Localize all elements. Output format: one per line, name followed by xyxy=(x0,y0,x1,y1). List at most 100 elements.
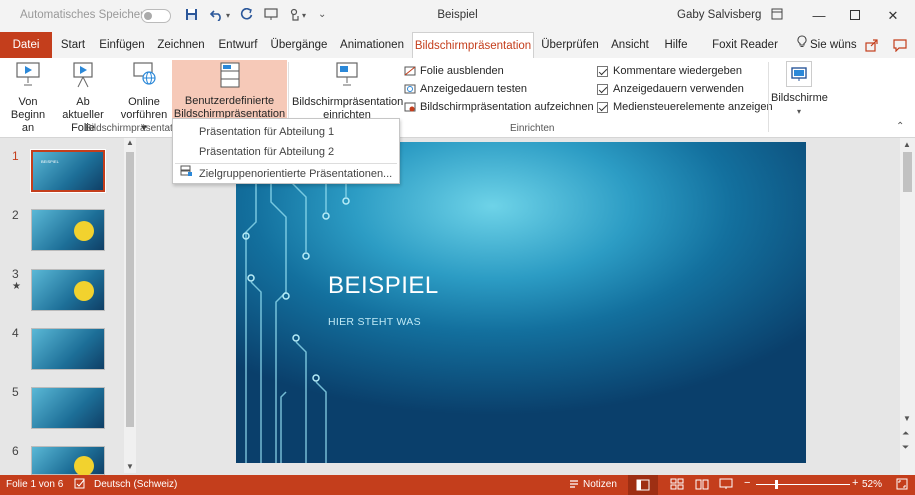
present-from-start-icon[interactable] xyxy=(264,8,278,24)
slide-thumbnail-4[interactable] xyxy=(31,328,105,370)
notes-button[interactable]: Notizen xyxy=(583,479,617,490)
setup-slideshow-button[interactable]: Bildschirmpräsentation einrichten xyxy=(292,61,404,121)
record-slideshow-button[interactable]: Bildschirmpräsentation aufzeichnen ▾ xyxy=(404,99,603,115)
zoom-level[interactable]: 52% xyxy=(862,479,882,490)
tab-help[interactable]: Hilfe xyxy=(659,32,693,58)
slide-subtitle[interactable]: HIER STEHT WAS xyxy=(328,316,421,328)
custom-slideshow-button[interactable]: Benutzerdefinierte Bildschirmpräsentatio… xyxy=(172,60,287,133)
comments-icon[interactable] xyxy=(892,32,908,58)
next-slide-icon[interactable]: ⏷ xyxy=(902,442,909,453)
tell-me-search[interactable]: Sie wüns xyxy=(797,32,859,58)
zoom-slider[interactable] xyxy=(756,484,850,485)
tab-view[interactable]: Ansicht xyxy=(609,32,651,58)
scroll-up-icon[interactable]: ▲ xyxy=(903,140,911,149)
monitors-button[interactable]: Bildschirme ▾ xyxy=(771,61,828,119)
tab-file[interactable]: Datei xyxy=(0,32,52,58)
close-icon[interactable]: ✕ xyxy=(882,6,904,26)
ribbon-display-options-icon[interactable] xyxy=(766,6,788,26)
slide-sorter-icon[interactable] xyxy=(670,478,684,493)
group-label-setup: Einrichten xyxy=(510,123,555,134)
slide-thumbnail-6[interactable] xyxy=(31,446,105,476)
touch-mode-icon[interactable] xyxy=(288,8,302,25)
undo-icon[interactable] xyxy=(209,8,224,24)
save-icon[interactable] xyxy=(185,8,198,24)
previous-slide-icon[interactable]: ⏶ xyxy=(902,428,909,439)
notes-icon xyxy=(568,478,580,493)
scroll-down-icon[interactable]: ▼ xyxy=(903,414,911,423)
user-name[interactable]: Gaby Salvisberg xyxy=(677,9,761,21)
collapse-ribbon-icon[interactable]: ⌃ xyxy=(896,121,904,132)
use-timings-checkbox[interactable]: Anzeigedauern verwenden xyxy=(597,81,744,97)
show-media-controls-checkbox[interactable]: Mediensteuerelemente anzeigen xyxy=(597,99,773,115)
tab-slideshow[interactable]: Bildschirmpräsentation xyxy=(412,32,534,59)
thumbnail-number: 2 xyxy=(12,208,19,222)
hide-slide-button[interactable]: Folie ausblenden xyxy=(404,63,504,79)
zoom-slider-handle[interactable] xyxy=(775,480,778,489)
tab-foxit-pdf[interactable]: Foxit Reader PDF xyxy=(700,32,790,77)
language-indicator[interactable]: Deutsch (Schweiz) xyxy=(94,479,177,490)
from-current-slide-button[interactable]: Ab aktueller Folie xyxy=(54,61,112,134)
undo-dropdown-icon[interactable]: ▾ xyxy=(226,11,230,20)
zoom-in-icon[interactable]: + xyxy=(852,477,858,489)
document-title: Beispiel xyxy=(437,9,478,21)
thumbnail-number: 3 xyxy=(12,267,19,281)
slide-thumbnail-2[interactable] xyxy=(31,209,105,251)
from-current-label-1: Ab aktueller xyxy=(62,96,104,121)
status-bar: Folie 1 von 6 Deutsch (Schweiz) Notizen … xyxy=(0,475,915,495)
checkbox-checked-icon xyxy=(597,65,608,77)
slide-thumbnail-1[interactable]: BEISPIEL xyxy=(30,149,106,193)
tab-draw[interactable]: Zeichnen xyxy=(155,32,207,58)
setup-slideshow-label-1: Bildschirmpräsentation xyxy=(292,96,404,108)
present-online-button[interactable]: Online vorführen ▾ xyxy=(118,61,170,134)
thumbnail-title: BEISPIEL xyxy=(41,159,59,164)
customize-toolbar-icon[interactable]: ⌄ xyxy=(318,9,326,20)
custom-shows-label: Zielgruppenorientierte Präsentationen... xyxy=(199,168,393,180)
tab-animations[interactable]: Animationen xyxy=(338,32,406,58)
present-online-icon xyxy=(118,61,170,93)
smiley-icon xyxy=(74,281,94,301)
custom-show-item[interactable]: Präsentation für Abteilung 2 xyxy=(173,142,399,162)
slide-title[interactable]: BEISPIEL xyxy=(328,272,439,300)
maximize-icon[interactable] xyxy=(844,6,866,26)
custom-show-item[interactable]: Präsentation für Abteilung 1 xyxy=(173,122,399,142)
circuit-decoration xyxy=(242,142,350,463)
scrollbar-thumb[interactable] xyxy=(903,152,912,192)
custom-shows-dialog-item[interactable]: Zielgruppenorientierte Präsentationen... xyxy=(173,164,399,184)
fit-to-window-icon[interactable] xyxy=(896,478,908,493)
from-beginning-icon xyxy=(6,61,50,93)
thumbnail-number: 5 xyxy=(12,385,19,399)
scrollbar-thumb[interactable] xyxy=(126,152,134,427)
from-beginning-button[interactable]: Von Beginn an xyxy=(6,61,50,134)
autosave-toggle[interactable] xyxy=(141,9,171,23)
scroll-down-icon[interactable]: ▼ xyxy=(126,462,134,471)
group-separator xyxy=(768,62,769,132)
monitors-dropdown-icon: ▾ xyxy=(796,107,801,116)
editor-scrollbar[interactable]: ▲ ▼ ⏶ ⏷ xyxy=(900,138,915,475)
tab-start[interactable]: Start xyxy=(57,32,89,58)
show-media-controls-label: Mediensteuerelemente anzeigen xyxy=(613,101,773,113)
reading-view-icon[interactable] xyxy=(695,478,709,493)
thumbnail-scrollbar[interactable]: ▲ ▼ xyxy=(124,138,136,473)
tell-me-label: Sie wüns xyxy=(810,39,857,52)
spelling-icon[interactable] xyxy=(74,478,86,493)
rehearse-timings-button[interactable]: Anzeigedauern testen xyxy=(404,81,527,97)
tab-insert[interactable]: Einfügen xyxy=(98,32,146,58)
minimize-icon[interactable]: — xyxy=(808,6,830,26)
use-timings-label: Anzeigedauern verwenden xyxy=(613,83,744,95)
redo-icon[interactable] xyxy=(240,7,253,24)
play-narrations-checkbox[interactable]: Kommentare wiedergeben xyxy=(597,63,742,79)
zoom-out-icon[interactable]: − xyxy=(744,477,750,489)
touch-dropdown-icon[interactable]: ▾ xyxy=(302,11,306,20)
normal-view-button[interactable] xyxy=(628,475,658,495)
slideshow-view-icon[interactable] xyxy=(719,478,733,493)
slide-canvas[interactable]: BEISPIEL HIER STEHT WAS xyxy=(236,142,806,463)
slide-thumbnail-5[interactable] xyxy=(31,387,105,429)
share-icon[interactable] xyxy=(864,32,880,58)
ribbon-slideshow: Von Beginn an Ab aktueller Folie Online … xyxy=(0,58,915,138)
tab-review[interactable]: Überprüfen xyxy=(539,32,601,58)
record-slideshow-label: Bildschirmpräsentation aufzeichnen xyxy=(420,101,594,113)
tab-design[interactable]: Entwurf xyxy=(215,32,261,58)
tab-transitions[interactable]: Übergänge xyxy=(270,32,328,58)
slide-thumbnail-3[interactable] xyxy=(31,269,105,311)
scroll-up-icon[interactable]: ▲ xyxy=(126,138,134,147)
